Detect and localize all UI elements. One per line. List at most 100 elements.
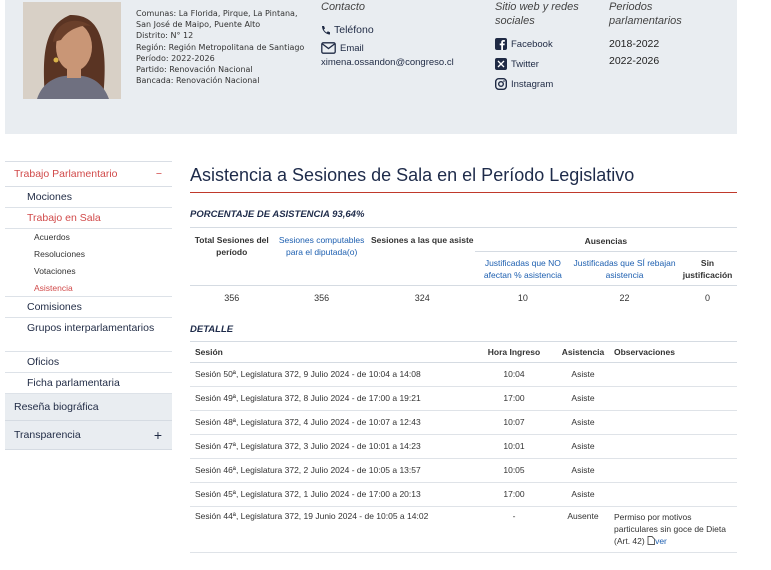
- periods-column: Periodos parlamentarios 2018-2022 2022-2…: [609, 0, 709, 67]
- computable-sessions-header[interactable]: Sesiones computables para el diputada(o): [273, 227, 370, 286]
- contact-title: Contacto: [321, 1, 366, 13]
- facebook-label: Facebook: [511, 38, 553, 50]
- table-row: Sesión 50ª, Legislatura 372, 9 Julio 202…: [190, 363, 737, 387]
- facebook-icon: [495, 38, 507, 50]
- sidebar-item-comisiones[interactable]: Comisiones: [5, 297, 172, 318]
- attendance-column-header: Asistencia: [561, 346, 605, 357]
- hour-cell: 17:00: [503, 393, 525, 403]
- attendance-cell: Asiste: [571, 417, 595, 427]
- observations-cell: Permiso por motivos particulares sin goc…: [608, 511, 737, 547]
- contact-column: Contacto Teléfono Email ximena.ossandon@…: [321, 0, 454, 68]
- absences-header: Ausencias: [474, 227, 737, 252]
- phone-label: Teléfono: [334, 24, 374, 36]
- sidebar-item-trabajo-en-sala[interactable]: Trabajo en Sala: [5, 208, 172, 229]
- sidebar-item-acuerdos[interactable]: Acuerdos: [5, 229, 172, 246]
- observation-text: Permiso por motivos particulares sin goc…: [614, 511, 726, 546]
- sidebar-item-grupos-interparlamentarios[interactable]: Grupos interparlamentarios: [5, 318, 172, 352]
- unjustified-header: Sin justificación: [682, 258, 733, 280]
- table-row: Sesión 44ª, Legislatura 372, 19 Junio 20…: [190, 507, 737, 553]
- attended-sessions-value: 324: [414, 292, 430, 303]
- hour-cell: 10:01: [503, 441, 525, 451]
- sidebar-item-asistencia[interactable]: Asistencia: [5, 280, 172, 297]
- main-content: Asistencia a Sesiones de Sala en el Perí…: [190, 164, 737, 553]
- sidebar-item-resoluciones[interactable]: Resoluciones: [5, 246, 172, 263]
- email-link[interactable]: Email: [321, 42, 454, 54]
- justified-yes-value: 22: [619, 292, 630, 303]
- hour-cell: 17:00: [503, 489, 525, 499]
- expand-icon[interactable]: +: [154, 427, 162, 443]
- phone-link[interactable]: Teléfono: [321, 24, 454, 36]
- distrito-text: Distrito: N° 12: [136, 31, 194, 41]
- sidebar-item-label: Transparencia: [14, 429, 81, 441]
- session-cell: Sesión 48ª, Legislatura 372, 4 Julio 202…: [195, 417, 421, 427]
- document-icon: [647, 535, 656, 545]
- twitter-label: Twitter: [511, 58, 539, 70]
- social-title: Sitio web y redes sociales: [495, 1, 579, 27]
- region-text: Región: Región Metropolitana de Santiago: [136, 42, 305, 52]
- session-cell: Sesión 50ª, Legislatura 372, 9 Julio 202…: [195, 369, 421, 379]
- x-twitter-icon: [495, 58, 507, 70]
- table-row: Sesión 45ª, Legislatura 372, 1 Julio 202…: [190, 483, 737, 507]
- sidebar-item-label: Reseña biográfica: [14, 401, 99, 413]
- period-item[interactable]: 2022-2026: [609, 55, 709, 67]
- hour-cell: 10:05: [503, 465, 525, 475]
- sidebar-item-mociones[interactable]: Mociones: [5, 187, 172, 208]
- hour-cell: -: [512, 510, 516, 521]
- session-column-header: Sesión: [195, 346, 223, 357]
- sidebar-item-ficha-parlamentaria[interactable]: Ficha parlamentaria: [5, 373, 172, 394]
- total-sessions-value: 356: [224, 292, 240, 303]
- email-address[interactable]: ximena.ossandon@congreso.cl: [321, 57, 454, 68]
- comunas-text: Comunas: La Florida, Pirque, La Pintana,…: [136, 9, 298, 30]
- page-title: Asistencia a Sesiones de Sala en el Perí…: [190, 165, 635, 185]
- collapse-icon[interactable]: −: [156, 168, 162, 180]
- ver-link[interactable]: ver: [647, 536, 667, 546]
- sidebar-item-oficios[interactable]: Oficios: [5, 352, 172, 373]
- ver-label: ver: [655, 535, 667, 546]
- social-column: Sitio web y redes sociales Facebook Twit…: [495, 0, 595, 90]
- justified-no-header[interactable]: Justificadas que NO afectan % asistencia: [475, 252, 571, 286]
- justified-no-value: 10: [517, 292, 528, 303]
- attended-sessions-header: Sesiones a las que asiste: [369, 227, 475, 286]
- deputy-photo: [23, 2, 121, 99]
- attendance-cell: Asiste: [571, 465, 595, 475]
- profile-info: Comunas: La Florida, Pirque, La Pintana,…: [136, 8, 311, 86]
- attendance-cell: Ausente: [567, 510, 599, 521]
- detail-table-header: Sesión Hora Ingreso Asistencia Observaci…: [190, 340, 737, 363]
- instagram-icon: [495, 78, 507, 90]
- partido-text: Partido: Renovación Nacional: [136, 65, 253, 75]
- session-cell: Sesión 47ª, Legislatura 372, 3 Julio 202…: [195, 441, 421, 451]
- attendance-cell: Asiste: [571, 369, 595, 379]
- hour-cell: 10:04: [503, 369, 525, 379]
- attendance-summary-table: Total Sesiones del período Sesiones comp…: [190, 227, 737, 310]
- hour-cell: 10:07: [503, 417, 525, 427]
- unjustified-value: 0: [705, 292, 711, 303]
- sidebar-item-transparencia[interactable]: Transparencia +: [5, 421, 172, 450]
- facebook-link[interactable]: Facebook: [495, 38, 595, 50]
- sidebar-item-resena-biografica[interactable]: Reseña biográfica: [5, 394, 172, 421]
- instagram-link[interactable]: Instagram: [495, 78, 595, 90]
- attendance-cell: Asiste: [571, 489, 595, 499]
- computable-sessions-value: 356: [314, 292, 330, 303]
- attendance-cell: Asiste: [571, 393, 595, 403]
- twitter-link[interactable]: Twitter: [495, 58, 595, 70]
- email-icon: [321, 42, 336, 54]
- instagram-label: Instagram: [511, 78, 554, 90]
- justified-yes-header[interactable]: Justificadas que SÍ rebajan asistencia: [571, 252, 678, 286]
- hour-column-header: Hora Ingreso: [487, 346, 541, 357]
- total-sessions-header: Total Sesiones del período: [190, 227, 274, 286]
- phone-icon: [322, 26, 330, 35]
- email-label: Email: [340, 42, 364, 54]
- period-item[interactable]: 2018-2022: [609, 38, 709, 50]
- table-row: Sesión 48ª, Legislatura 372, 4 Julio 202…: [190, 411, 737, 435]
- sidebar-item-trabajo-parlamentario[interactable]: Trabajo Parlamentario −: [5, 161, 172, 187]
- sidebar-nav: Trabajo Parlamentario − Mociones Trabajo…: [5, 161, 172, 450]
- sidebar-item-votaciones[interactable]: Votaciones: [5, 263, 172, 280]
- bancada-text: Bancada: Renovación Nacional: [136, 76, 260, 86]
- detail-title: DETALLE: [190, 323, 234, 335]
- sidebar-item-label: Trabajo Parlamentario: [14, 168, 118, 180]
- attendance-percentage: PORCENTAJE DE ASISTENCIA 93,64%: [190, 209, 365, 220]
- title-divider: [190, 192, 737, 193]
- session-cell: Sesión 45ª, Legislatura 372, 1 Julio 202…: [195, 489, 421, 499]
- observations-column-header: Observaciones: [614, 346, 675, 357]
- table-row: Sesión 47ª, Legislatura 372, 3 Julio 202…: [190, 435, 737, 459]
